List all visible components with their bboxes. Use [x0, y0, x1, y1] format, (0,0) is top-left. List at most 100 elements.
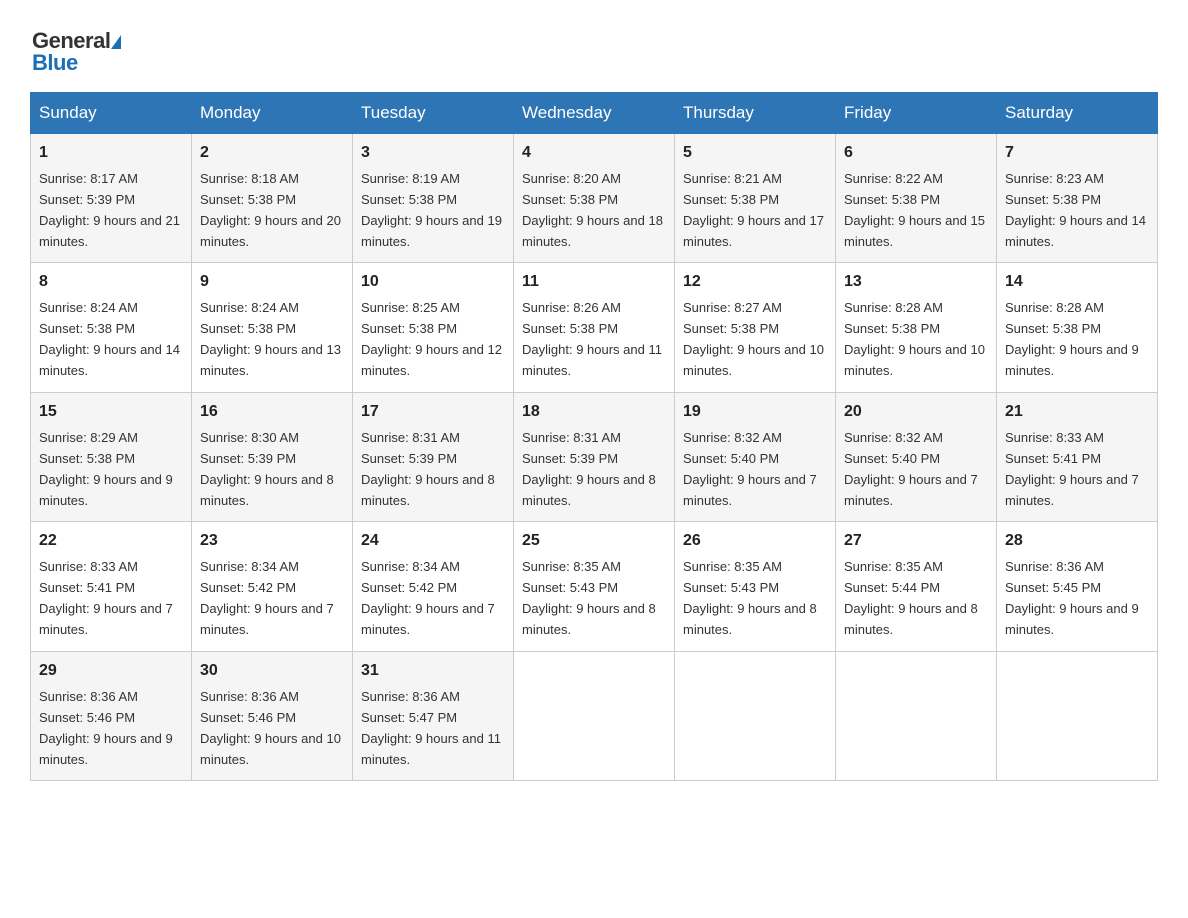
day-info: Sunrise: 8:33 AMSunset: 5:41 PMDaylight:…: [39, 559, 173, 637]
calendar-day-cell: 31 Sunrise: 8:36 AMSunset: 5:47 PMDayligh…: [353, 651, 514, 780]
day-info: Sunrise: 8:19 AMSunset: 5:38 PMDaylight:…: [361, 171, 502, 249]
calendar-week-row: 22Sunrise: 8:33 AMSunset: 5:41 PMDayligh…: [31, 522, 1158, 651]
calendar-day-cell: [675, 651, 836, 780]
column-header-tuesday: Tuesday: [353, 93, 514, 134]
calendar-day-cell: [514, 651, 675, 780]
day-number: 20: [844, 400, 988, 425]
column-header-monday: Monday: [192, 93, 353, 134]
calendar-day-cell: 21 Sunrise: 8:33 AMSunset: 5:41 PMDayligh…: [997, 392, 1158, 521]
calendar-day-cell: 1 Sunrise: 8:17 AMSunset: 5:39 PMDaylight…: [31, 134, 192, 263]
calendar-day-cell: 4 Sunrise: 8:20 AMSunset: 5:38 PMDaylight…: [514, 134, 675, 263]
calendar-day-cell: 15 Sunrise: 8:29 AMSunset: 5:38 PMDayligh…: [31, 392, 192, 521]
day-number: 17: [361, 400, 505, 425]
day-number: 13: [844, 270, 988, 295]
logo-general: General: [32, 30, 121, 52]
day-number: 14: [1005, 270, 1149, 295]
day-number: 29: [39, 659, 183, 684]
day-number: 28: [1005, 529, 1149, 554]
day-number: 9: [200, 270, 344, 295]
day-info: Sunrise: 8:24 AMSunset: 5:38 PMDaylight:…: [39, 300, 180, 378]
calendar-day-cell: 14 Sunrise: 8:28 AMSunset: 5:38 PMDayligh…: [997, 263, 1158, 392]
day-info: Sunrise: 8:20 AMSunset: 5:38 PMDaylight:…: [522, 171, 663, 249]
column-header-wednesday: Wednesday: [514, 93, 675, 134]
calendar-day-cell: 30 Sunrise: 8:36 AMSunset: 5:46 PMDayligh…: [192, 651, 353, 780]
calendar-day-cell: 20 Sunrise: 8:32 AMSunset: 5:40 PMDayligh…: [836, 392, 997, 521]
calendar-day-cell: 27 Sunrise: 8:35 AMSunset: 5:44 PMDayligh…: [836, 522, 997, 651]
calendar-day-cell: [836, 651, 997, 780]
day-info: Sunrise: 8:36 AMSunset: 5:46 PMDaylight:…: [200, 689, 341, 767]
day-number: 12: [683, 270, 827, 295]
calendar-day-cell: 11 Sunrise: 8:26 AMSunset: 5:38 PMDayligh…: [514, 263, 675, 392]
day-number: 30: [200, 659, 344, 684]
calendar-day-cell: 7 Sunrise: 8:23 AMSunset: 5:38 PMDaylight…: [997, 134, 1158, 263]
calendar-week-row: 29 Sunrise: 8:36 AMSunset: 5:46 PMDayligh…: [31, 651, 1158, 780]
calendar-day-cell: 29 Sunrise: 8:36 AMSunset: 5:46 PMDayligh…: [31, 651, 192, 780]
day-info: Sunrise: 8:35 AMSunset: 5:44 PMDaylight:…: [844, 559, 978, 637]
calendar-day-cell: 18 Sunrise: 8:31 AMSunset: 5:39 PMDayligh…: [514, 392, 675, 521]
page-header: General Blue: [30, 30, 1158, 74]
day-number: 7: [1005, 141, 1149, 166]
calendar-day-cell: [997, 651, 1158, 780]
calendar-day-cell: 25 Sunrise: 8:35 AMSunset: 5:43 PMDayligh…: [514, 522, 675, 651]
day-info: Sunrise: 8:18 AMSunset: 5:38 PMDaylight:…: [200, 171, 341, 249]
calendar-day-cell: 5Sunrise: 8:21 AMSunset: 5:38 PMDaylight…: [675, 134, 836, 263]
day-info: Sunrise: 8:28 AMSunset: 5:38 PMDaylight:…: [1005, 300, 1139, 378]
day-number: 31: [361, 659, 505, 684]
day-number: 24: [361, 529, 505, 554]
calendar-week-row: 1 Sunrise: 8:17 AMSunset: 5:39 PMDaylight…: [31, 134, 1158, 263]
calendar-day-cell: 23 Sunrise: 8:34 AMSunset: 5:42 PMDayligh…: [192, 522, 353, 651]
day-info: Sunrise: 8:31 AMSunset: 5:39 PMDaylight:…: [522, 430, 656, 508]
day-info: Sunrise: 8:21 AMSunset: 5:38 PMDaylight:…: [683, 171, 824, 249]
day-number: 1: [39, 141, 183, 166]
day-number: 27: [844, 529, 988, 554]
calendar-day-cell: 17 Sunrise: 8:31 AMSunset: 5:39 PMDayligh…: [353, 392, 514, 521]
day-info: Sunrise: 8:32 AMSunset: 5:40 PMDaylight:…: [844, 430, 978, 508]
day-info: Sunrise: 8:35 AMSunset: 5:43 PMDaylight:…: [522, 559, 656, 637]
day-number: 19: [683, 400, 827, 425]
calendar-day-cell: 6 Sunrise: 8:22 AMSunset: 5:38 PMDaylight…: [836, 134, 997, 263]
day-number: 11: [522, 270, 666, 295]
calendar-day-cell: 2 Sunrise: 8:18 AMSunset: 5:38 PMDaylight…: [192, 134, 353, 263]
day-info: Sunrise: 8:33 AMSunset: 5:41 PMDaylight:…: [1005, 430, 1139, 508]
day-info: Sunrise: 8:17 AMSunset: 5:39 PMDaylight:…: [39, 171, 180, 249]
day-info: Sunrise: 8:34 AMSunset: 5:42 PMDaylight:…: [361, 559, 495, 637]
day-info: Sunrise: 8:27 AMSunset: 5:38 PMDaylight:…: [683, 300, 824, 378]
calendar-day-cell: 26Sunrise: 8:35 AMSunset: 5:43 PMDayligh…: [675, 522, 836, 651]
calendar-day-cell: 3 Sunrise: 8:19 AMSunset: 5:38 PMDaylight…: [353, 134, 514, 263]
column-header-sunday: Sunday: [31, 93, 192, 134]
day-info: Sunrise: 8:29 AMSunset: 5:38 PMDaylight:…: [39, 430, 173, 508]
calendar-day-cell: 16Sunrise: 8:30 AMSunset: 5:39 PMDayligh…: [192, 392, 353, 521]
day-info: Sunrise: 8:28 AMSunset: 5:38 PMDaylight:…: [844, 300, 985, 378]
day-number: 3: [361, 141, 505, 166]
calendar-day-cell: 9Sunrise: 8:24 AMSunset: 5:38 PMDaylight…: [192, 263, 353, 392]
column-header-saturday: Saturday: [997, 93, 1158, 134]
day-number: 15: [39, 400, 183, 425]
day-number: 21: [1005, 400, 1149, 425]
day-info: Sunrise: 8:30 AMSunset: 5:39 PMDaylight:…: [200, 430, 334, 508]
day-number: 4: [522, 141, 666, 166]
day-info: Sunrise: 8:36 AMSunset: 5:47 PMDaylight:…: [361, 689, 501, 767]
day-number: 23: [200, 529, 344, 554]
day-info: Sunrise: 8:22 AMSunset: 5:38 PMDaylight:…: [844, 171, 985, 249]
day-info: Sunrise: 8:36 AMSunset: 5:45 PMDaylight:…: [1005, 559, 1139, 637]
calendar-table: SundayMondayTuesdayWednesdayThursdayFrid…: [30, 92, 1158, 781]
day-info: Sunrise: 8:25 AMSunset: 5:38 PMDaylight:…: [361, 300, 502, 378]
calendar-day-cell: 8 Sunrise: 8:24 AMSunset: 5:38 PMDaylight…: [31, 263, 192, 392]
logo: General Blue: [30, 30, 121, 74]
calendar-week-row: 15 Sunrise: 8:29 AMSunset: 5:38 PMDayligh…: [31, 392, 1158, 521]
day-info: Sunrise: 8:31 AMSunset: 5:39 PMDaylight:…: [361, 430, 495, 508]
column-header-friday: Friday: [836, 93, 997, 134]
day-number: 25: [522, 529, 666, 554]
day-number: 2: [200, 141, 344, 166]
day-number: 6: [844, 141, 988, 166]
calendar-day-cell: 13 Sunrise: 8:28 AMSunset: 5:38 PMDayligh…: [836, 263, 997, 392]
day-number: 18: [522, 400, 666, 425]
day-info: Sunrise: 8:35 AMSunset: 5:43 PMDaylight:…: [683, 559, 817, 637]
day-info: Sunrise: 8:34 AMSunset: 5:42 PMDaylight:…: [200, 559, 334, 637]
day-info: Sunrise: 8:36 AMSunset: 5:46 PMDaylight:…: [39, 689, 173, 767]
day-info: Sunrise: 8:26 AMSunset: 5:38 PMDaylight:…: [522, 300, 662, 378]
day-number: 8: [39, 270, 183, 295]
day-info: Sunrise: 8:23 AMSunset: 5:38 PMDaylight:…: [1005, 171, 1146, 249]
calendar-day-cell: 24 Sunrise: 8:34 AMSunset: 5:42 PMDayligh…: [353, 522, 514, 651]
calendar-day-cell: 28 Sunrise: 8:36 AMSunset: 5:45 PMDayligh…: [997, 522, 1158, 651]
